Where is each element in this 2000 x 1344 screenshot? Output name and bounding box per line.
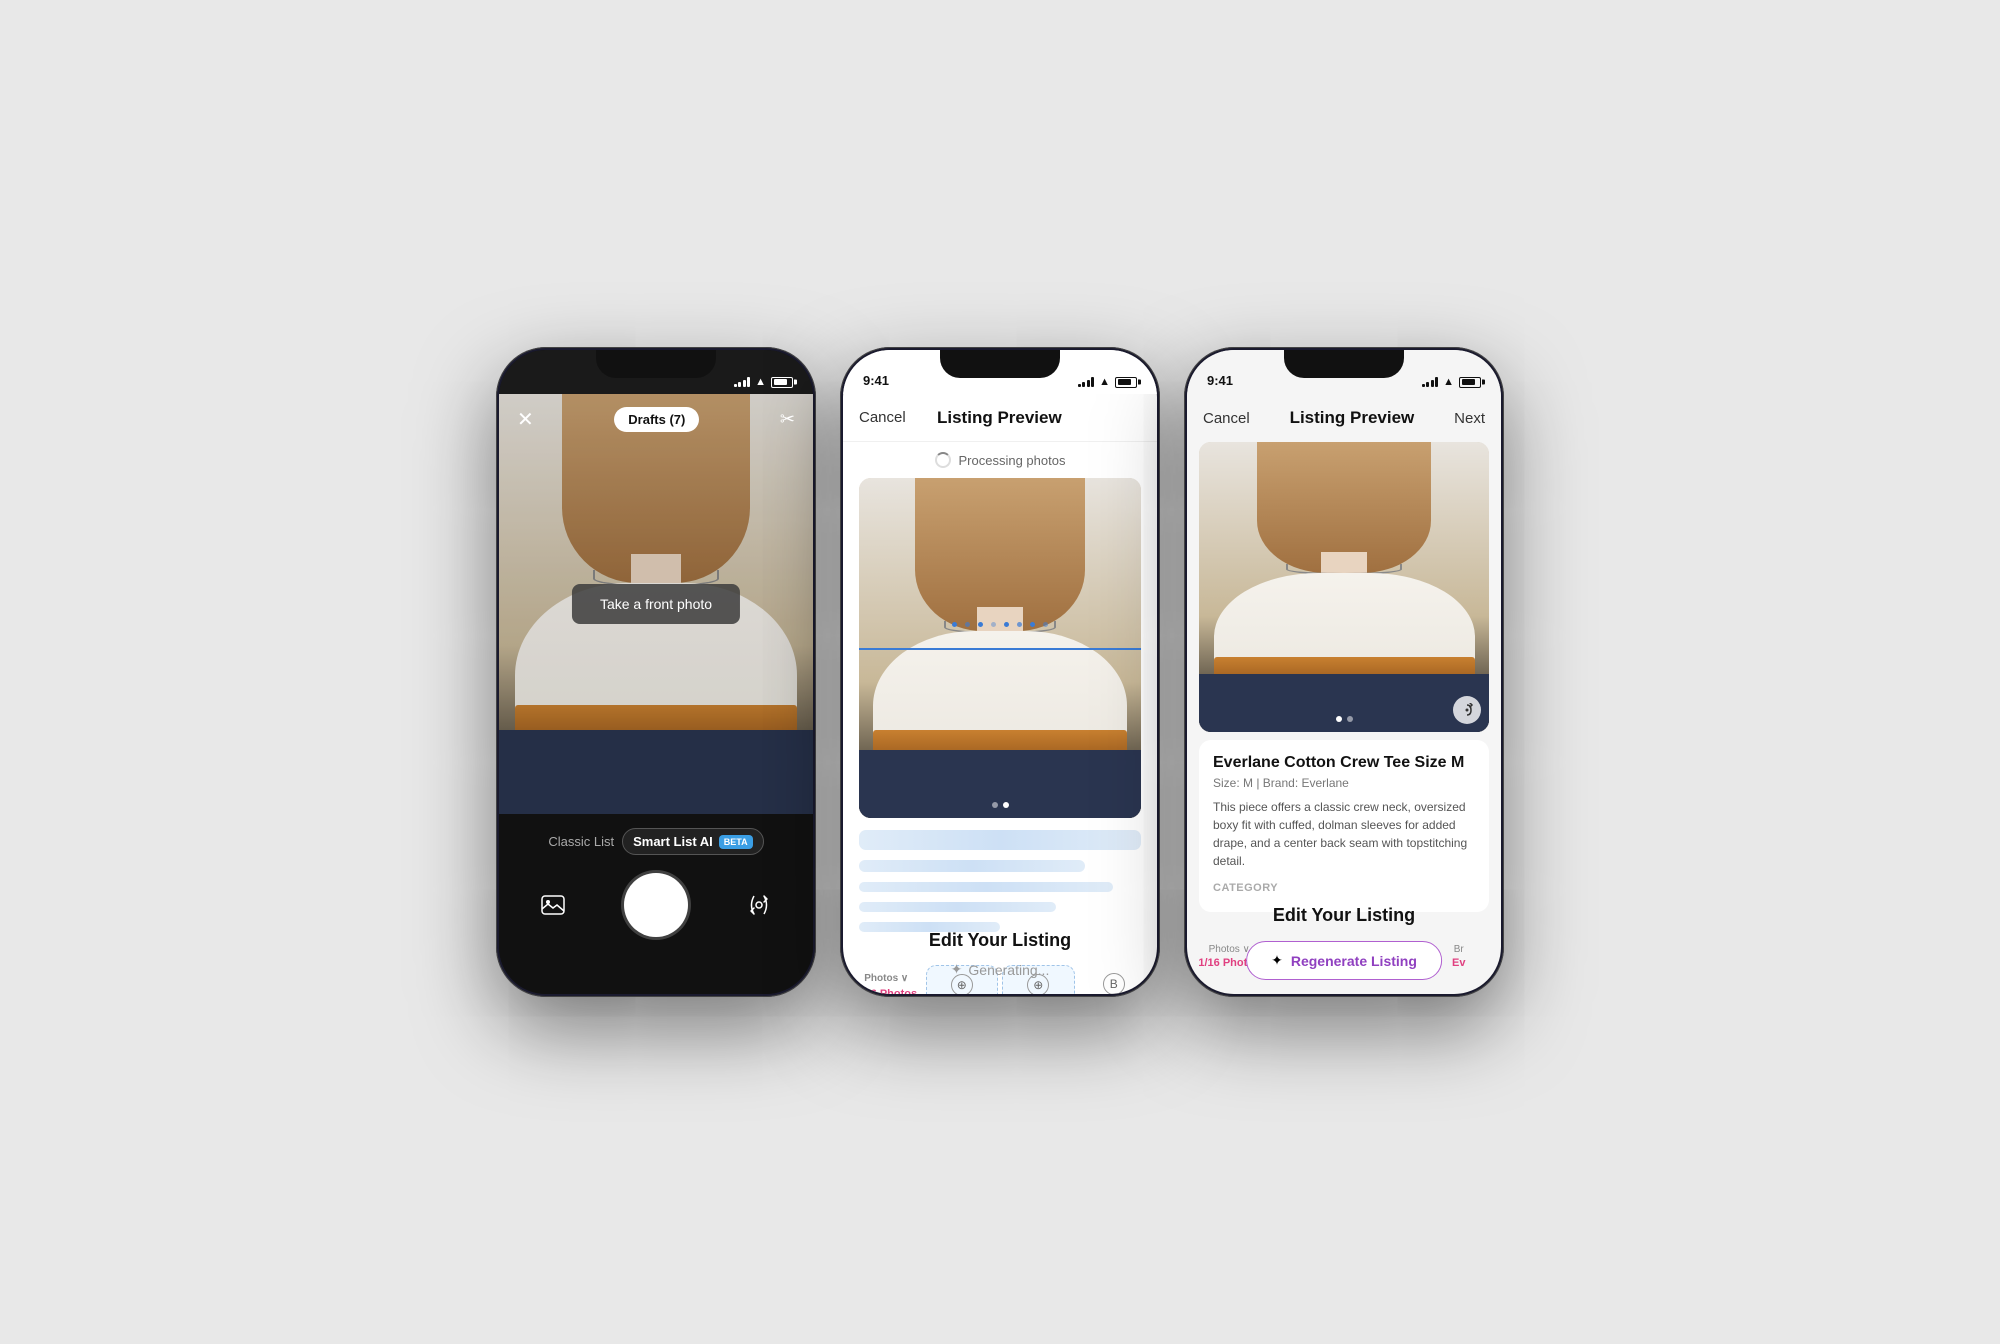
listing-image-2 xyxy=(859,478,1141,818)
classic-list-label[interactable]: Classic List xyxy=(548,834,614,849)
processing-spinner xyxy=(935,452,951,468)
battery-icon-1 xyxy=(771,377,793,388)
wifi-icon-3: ▲ xyxy=(1443,376,1454,388)
image-dots-2 xyxy=(859,802,1141,808)
beta-badge: BETA xyxy=(719,835,753,849)
signal-icon-3 xyxy=(1422,377,1439,387)
notch-2 xyxy=(940,350,1060,378)
shutter-button[interactable] xyxy=(624,873,688,937)
signal-icon-2 xyxy=(1078,377,1095,387)
camera-close-button[interactable]: ✕ xyxy=(517,407,534,432)
phone3-screen: 9:41 ▲ xyxy=(1187,350,1501,994)
cancel-button-3[interactable]: Cancel xyxy=(1203,410,1250,427)
status-icons-3: ▲ xyxy=(1422,376,1481,388)
phone3: 9:41 ▲ xyxy=(1184,347,1504,997)
battery-icon-3 xyxy=(1459,377,1481,388)
phone3-header: Cancel Listing Preview Next xyxy=(1187,394,1501,442)
status-icons-2: ▲ xyxy=(1078,376,1137,388)
sparkle-icon-3: ✦ xyxy=(1271,952,1283,969)
edit-listing-header-3: Edit Your Listing xyxy=(1187,905,1501,926)
signal-icon-1 xyxy=(734,377,751,387)
scan-line xyxy=(859,648,1141,650)
phone2-header: Cancel Listing Preview xyxy=(843,394,1157,442)
notch-3 xyxy=(1284,350,1404,378)
page-title-2: Listing Preview xyxy=(937,408,1062,428)
regenerate-text: Regenerate Listing xyxy=(1291,953,1417,969)
camera-controls xyxy=(499,873,813,937)
flip-camera-button[interactable] xyxy=(741,887,777,923)
listing-meta: Size: M | Brand: Everlane xyxy=(1213,776,1475,790)
camera-top-bar: ✕ Drafts (7) ✂ xyxy=(499,394,813,444)
skeleton-area xyxy=(859,830,1141,932)
next-button-3[interactable]: Next xyxy=(1454,410,1485,427)
flip-camera-icon xyxy=(747,894,771,916)
drafts-badge[interactable]: Drafts (7) xyxy=(614,407,699,432)
listing-mode-row: Classic List Smart List AI BETA xyxy=(548,828,763,855)
scan-dots xyxy=(859,614,1141,634)
category-label: CATEGORY xyxy=(1213,882,1475,894)
notch-1 xyxy=(596,350,716,378)
regenerate-listing-button[interactable]: ✦ Regenerate Listing xyxy=(1246,941,1442,980)
status-time-2: 9:41 xyxy=(863,373,889,388)
listing-title: Everlane Cotton Crew Tee Size M xyxy=(1213,754,1475,772)
status-icons-1: ▲ xyxy=(734,376,793,388)
listing-description: This piece offers a classic crew neck, o… xyxy=(1213,798,1475,870)
edit-listing-header-2: Edit Your Listing xyxy=(843,930,1157,951)
phones-container: ▲ xyxy=(496,347,1504,997)
phone2: 9:41 ▲ xyxy=(840,347,1160,997)
camera-bottom: Classic List Smart List AI BETA xyxy=(499,814,813,994)
battery-icon-2 xyxy=(1115,377,1137,388)
take-photo-label: Take a front photo xyxy=(572,584,740,624)
status-time-3: 9:41 xyxy=(1207,373,1233,388)
scissors-icon[interactable]: ✂ xyxy=(780,409,795,430)
smart-list-button[interactable]: Smart List AI BETA xyxy=(622,828,764,855)
generating-text: Generating... xyxy=(968,962,1049,978)
generating-footer: ✦ Generating... xyxy=(843,961,1157,978)
smart-list-text: Smart List AI xyxy=(633,834,713,849)
cancel-button-2[interactable]: Cancel xyxy=(859,409,906,426)
sparkle-icon-2: ✦ xyxy=(951,961,963,978)
gallery-icon xyxy=(541,895,565,915)
camera-viewfinder: Take a front photo xyxy=(499,394,813,814)
phone1: ▲ xyxy=(496,347,816,997)
processing-bar: Processing photos xyxy=(843,442,1157,478)
wifi-icon-2: ▲ xyxy=(1099,376,1110,388)
image-dots-3 xyxy=(1199,716,1489,722)
listing-details-card: Everlane Cotton Crew Tee Size M Size: M … xyxy=(1199,740,1489,912)
phone2-screen: 9:41 ▲ xyxy=(843,350,1157,994)
page-title-3: Listing Preview xyxy=(1290,408,1415,428)
processing-text: Processing photos xyxy=(959,453,1066,468)
phone1-screen: ▲ xyxy=(499,350,813,994)
gallery-button[interactable] xyxy=(535,887,571,923)
wifi-icon-1: ▲ xyxy=(755,376,766,388)
rotate-icon xyxy=(1460,703,1474,717)
listing-image-3 xyxy=(1199,442,1489,732)
